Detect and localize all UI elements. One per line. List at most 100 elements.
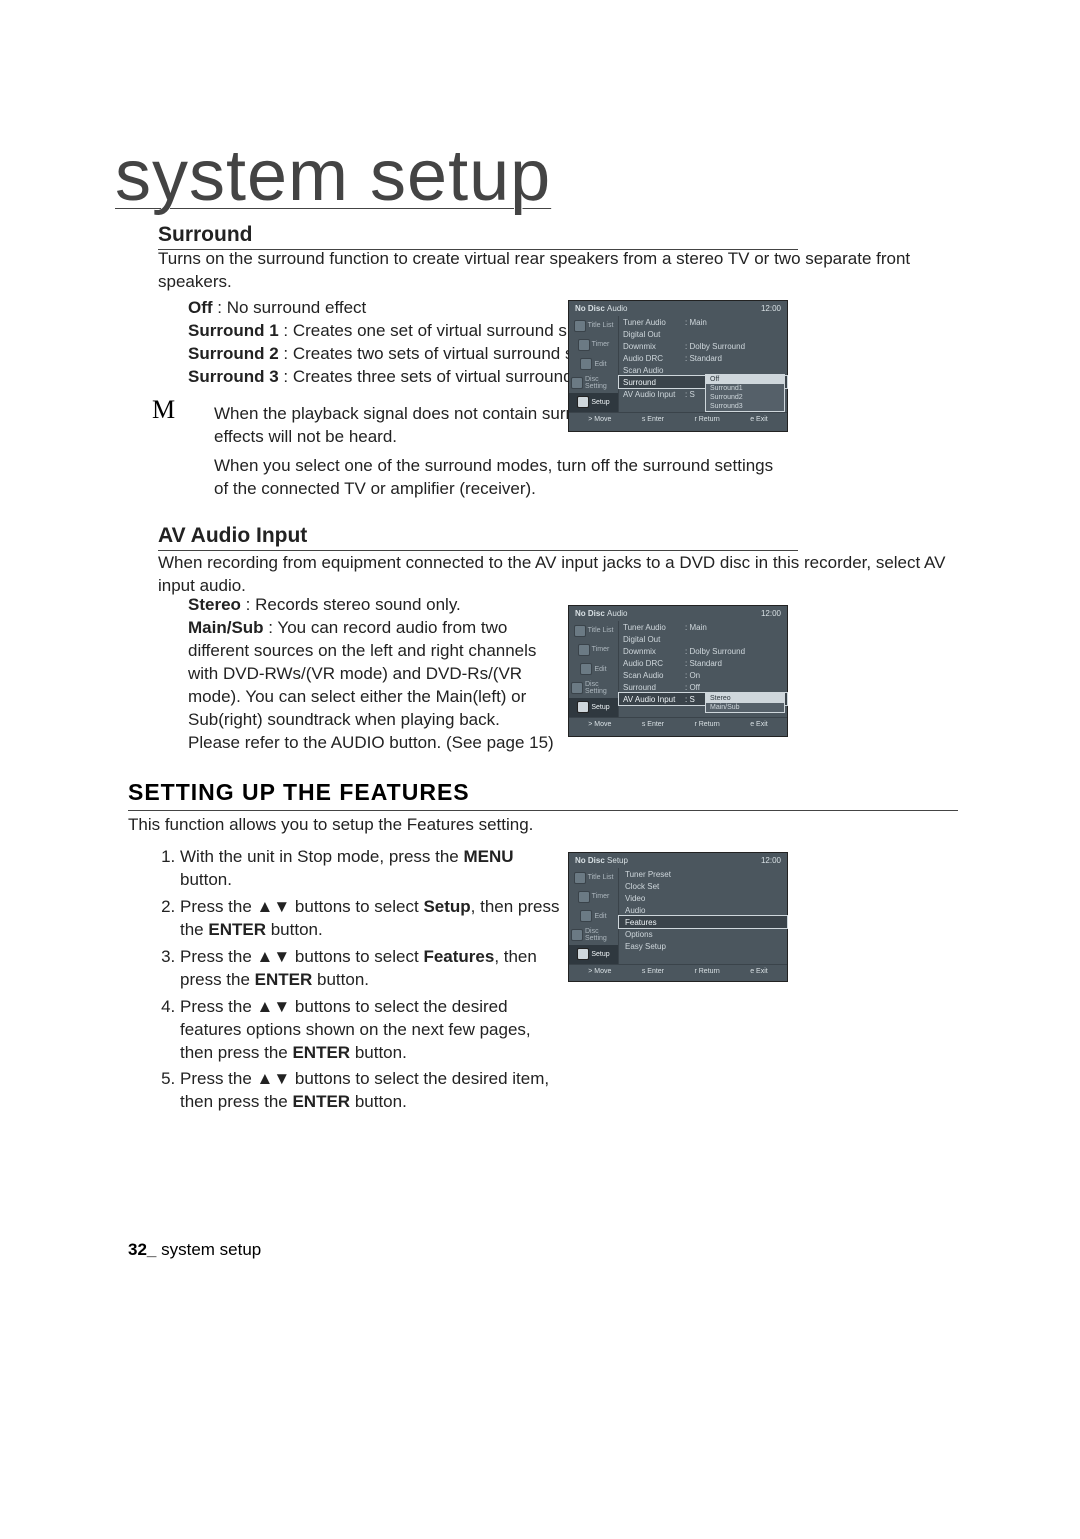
gear-icon [577,396,589,408]
timer-icon [578,644,590,656]
osd-row: Audio DRC: Standard [619,657,787,669]
osd1-title: Audio [607,304,627,313]
osd-list-item: Easy Setup [619,940,787,952]
opt-s1-name: Surround 1 [188,321,279,340]
osd3-title: Setup [607,856,628,865]
osd2-list: Tuner Audio: MainDigital OutDownmix: Dol… [619,621,787,717]
osd1-side-4: Setup [591,399,609,406]
step-item: Press the ▲▼ buttons to select Setup, th… [180,896,566,942]
osd3-side-2: Edit [594,913,606,920]
opt-off-name: Off [188,298,213,317]
osd2-time: 12:00 [761,609,781,618]
surround-intro: Turns on the surround function to create… [158,248,958,294]
osd-row: Digital Out [619,328,787,340]
opt-stereo-desc: : Records stereo sound only. [241,595,461,614]
edit-icon [580,910,592,922]
osd3-foot-exit: e Exit [750,968,768,975]
osd-row: Surround: Off [619,681,787,693]
osd1-side-3: Disc Setting [585,376,616,390]
note-mark-icon: M [152,395,175,425]
osd-popup: OffSurround1Surround2Surround3 [705,374,785,412]
opt-ref: Please refer to the AUDIO button. (See p… [188,732,563,755]
osd1-foot-enter: s Enter [642,416,664,423]
osd-list-item: Audio [619,904,787,916]
features-intro: This function allows you to setup the Fe… [128,814,928,837]
timer-icon [578,339,590,351]
av-intro: When recording from equipment connected … [158,552,958,598]
osd1-list: Tuner Audio: MainDigital OutDownmix: Dol… [619,316,787,412]
osd-row: Tuner Audio: Main [619,621,787,633]
osd-row: Digital Out [619,633,787,645]
osd-popup-option: Off [706,375,784,384]
osd-features: No Disc Setup 12:00 Title List Timer Edi… [568,852,788,982]
heading-surround: Surround [158,223,798,250]
page-title: system setup [115,135,551,217]
osd1-side-1: Timer [592,341,610,348]
osd3-foot-move: > Move [588,968,611,975]
osd-popup-option: Main/Sub [706,703,784,712]
osd-row: Downmix: Dolby Surround [619,645,787,657]
gear-icon [577,701,589,713]
step-item: Press the ▲▼ buttons to select the desir… [180,1068,566,1114]
osd-avinput: No Disc Audio 12:00 Title List Timer Edi… [568,605,788,737]
osd1-sidebar: Title List Timer Edit Disc Setting Setup [569,316,619,412]
osd3-side-3: Disc Setting [585,928,616,942]
note-2: When you select one of the surround mode… [214,455,784,501]
disc-icon [571,929,583,941]
osd3-side-0: Title List [588,874,614,881]
titlelist-icon [574,872,586,884]
osd2-foot-move: > Move [588,721,611,728]
osd1-side-0: Title List [588,322,614,329]
step-item: With the unit in Stop mode, press the ME… [180,846,566,892]
osd-popup-option: Surround1 [706,384,784,393]
osd-list-item: Tuner Preset [619,868,787,880]
osd-popup-option: Stereo [706,694,784,703]
osd2-side-3: Disc Setting [585,681,616,695]
footer-label: system setup [161,1240,261,1259]
osd2-side-4: Setup [591,704,609,711]
disc-icon [571,377,583,389]
osd1-side-2: Edit [594,361,606,368]
osd-popup-option: Surround2 [706,393,784,402]
osd-popup: StereoMain/Sub [705,693,785,713]
osd-row: Audio DRC: Standard [619,352,787,364]
osd-list-item: Video [619,892,787,904]
osd1-foot-move: > Move [588,416,611,423]
timer-icon [578,891,590,903]
osd1-nodisc: No Disc [575,304,605,313]
osd3-side-4: Setup [591,951,609,958]
osd2-foot-exit: e Exit [750,721,768,728]
disc-icon [571,682,583,694]
osd3-time: 12:00 [761,856,781,865]
step-item: Press the ▲▼ buttons to select Features,… [180,946,566,992]
edit-icon [580,358,592,370]
titlelist-icon [574,625,586,637]
osd2-title: Audio [607,609,627,618]
osd2-nodisc: No Disc [575,609,605,618]
osd1-foot-return: r Return [694,416,719,423]
opt-s3-name: Surround 3 [188,367,279,386]
osd3-side-1: Timer [592,893,610,900]
features-steps: With the unit in Stop mode, press the ME… [158,846,566,1118]
osd1-time: 12:00 [761,304,781,313]
osd3-foot-enter: s Enter [642,968,664,975]
osd1-foot-exit: e Exit [750,416,768,423]
opt-off-desc: : No surround effect [213,298,367,317]
osd-surround: No Disc Audio 12:00 Title List Timer Edi… [568,300,788,432]
osd2-side-0: Title List [588,627,614,634]
opt-mainsub-name: Main/Sub [188,618,264,637]
opt-stereo-name: Stereo [188,595,241,614]
av-options: Stereo : Records stereo sound only. Main… [188,594,563,755]
osd-popup-option: Surround3 [706,402,784,411]
edit-icon [580,663,592,675]
osd2-side-2: Edit [594,666,606,673]
heading-features: SETTING UP THE FEATURES [128,779,958,811]
osd-row: Tuner Audio: Main [619,316,787,328]
page-footer: 32_ system setup [128,1240,261,1260]
osd-list-item: Features [619,916,787,928]
osd2-foot-return: r Return [694,721,719,728]
osd3-sidebar: Title List Timer Edit Disc Setting Setup [569,868,619,964]
osd-list-item: Options [619,928,787,940]
opt-s2-name: Surround 2 [188,344,279,363]
osd2-sidebar: Title List Timer Edit Disc Setting Setup [569,621,619,717]
